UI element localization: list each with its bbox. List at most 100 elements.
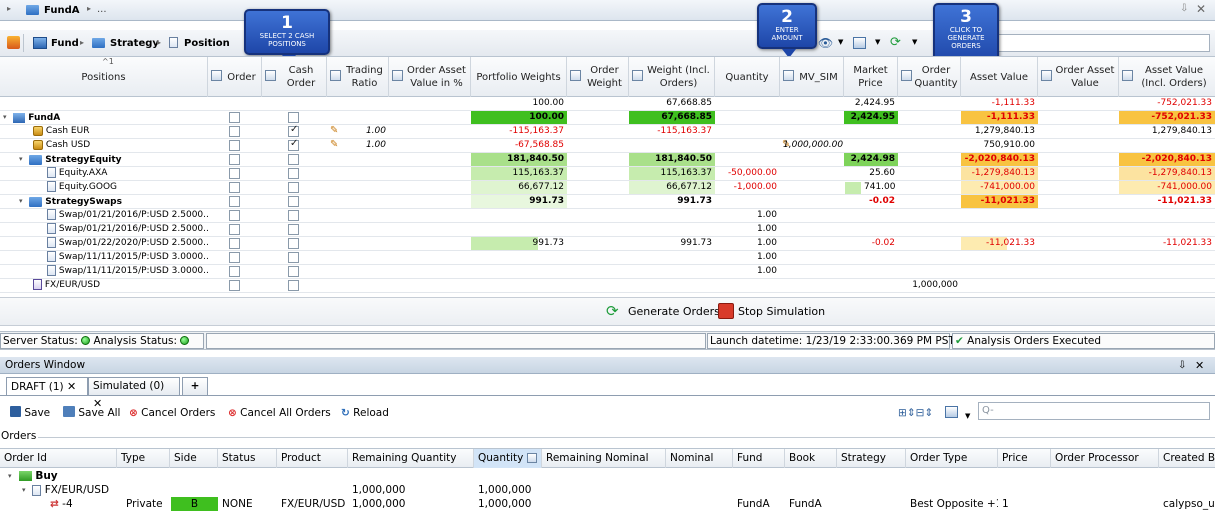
col-trading-ratio[interactable]: Trading Ratio [327, 57, 389, 97]
col-order-quantity[interactable]: Order Quantity [898, 57, 961, 97]
pin-icon[interactable]: ⇩ [1178, 357, 1186, 374]
col-order-asset-pct[interactable]: Order Asset Value in % [389, 57, 471, 97]
orders-search-input[interactable]: Q- [978, 402, 1210, 420]
view-icon[interactable]: 👁 [818, 36, 833, 50]
order-checkbox[interactable] [229, 182, 240, 193]
cash-order-checkbox[interactable] [288, 266, 299, 277]
cancel-all-orders-button[interactable]: ⊗ Cancel All Orders [228, 405, 331, 421]
col-portfolio-weights[interactable]: Portfolio Weights [471, 57, 567, 97]
col-remaining-nominal[interactable]: Remaining Nominal [542, 449, 666, 468]
col-fund[interactable]: Fund [733, 449, 785, 468]
toolbar-search-input[interactable] [998, 34, 1210, 52]
cash-order-checkbox[interactable] [288, 138, 299, 151]
col-market-price[interactable]: Market Price [844, 57, 898, 97]
col-remaining-quantity[interactable]: Remaining Quantity [348, 449, 474, 468]
close-icon[interactable]: ✕ [1195, 357, 1204, 374]
breadcrumb-root[interactable]: FundA [44, 5, 79, 16]
order-checkbox[interactable] [229, 168, 240, 179]
col-quantity[interactable]: Quantity [474, 449, 542, 468]
col-asset-value-incl[interactable]: Asset Value (Incl. Orders) [1119, 57, 1215, 97]
col-price[interactable]: Price [998, 449, 1051, 468]
breadcrumb-position[interactable]: Position [184, 38, 230, 49]
close-icon[interactable]: ✕ [1196, 2, 1206, 16]
reload-button[interactable]: ↻ Reload [341, 405, 389, 421]
cash-order-checkbox[interactable] [288, 196, 299, 207]
col-weight-incl[interactable]: Weight (Incl. Orders) [629, 57, 715, 97]
breadcrumb-fund[interactable]: Fund [51, 38, 79, 49]
col-type[interactable]: Type [117, 449, 170, 468]
cash-order-checkbox[interactable] [288, 154, 299, 165]
cash-order-checkbox[interactable] [288, 168, 299, 179]
col-order-asset-value[interactable]: Order Asset Value [1038, 57, 1119, 97]
mv-sim-cell[interactable]: 1,000,000.00 [780, 139, 844, 152]
table-row[interactable]: Swap/01/21/2016/P:USD 2.5000... 1.00 [0, 209, 1215, 223]
stop-simulation-button[interactable]: Stop Simulation [738, 305, 825, 318]
table-row[interactable]: ▾ FundA 100.00 67,668.85 2,424.95 -1,111… [0, 111, 1215, 125]
order-checkbox[interactable] [229, 210, 240, 221]
export-icon[interactable] [945, 406, 958, 418]
order-checkbox[interactable] [229, 154, 240, 165]
order-checkbox[interactable] [229, 140, 240, 151]
col-order-weight[interactable]: Order Weight [567, 57, 629, 97]
col-book[interactable]: Book [785, 449, 837, 468]
table-row[interactable]: ▾ StrategyEquity 181,840.50 181,840.50 2… [0, 153, 1215, 167]
trading-ratio-cell[interactable]: 1.00 [327, 139, 389, 152]
pin-icon[interactable]: ⇩ [1180, 3, 1188, 14]
generate-orders-toolbar-icon[interactable]: ⟳ [890, 35, 901, 50]
col-mv-sim[interactable]: MV_SIM [780, 57, 844, 97]
breadcrumb-strategy[interactable]: Strategy [110, 38, 159, 49]
save-all-button[interactable]: Save All [63, 405, 120, 421]
save-button[interactable]: Save [10, 405, 50, 421]
col-side[interactable]: Side [170, 449, 218, 468]
expand-collapse-icon[interactable]: ⊞⇕⊟⇕ [898, 405, 933, 421]
order-checkbox[interactable] [229, 280, 240, 291]
col-nominal[interactable]: Nominal [666, 449, 733, 468]
table-row[interactable]: Swap/11/11/2015/P:USD 3.0000... 1.00 [0, 265, 1215, 279]
export-icon[interactable] [853, 37, 866, 49]
analysis-icon[interactable] [7, 36, 20, 49]
table-row[interactable]: Cash USD ✎ 1.00 -67,568.85 ✎ 1,000,000.0… [0, 138, 1215, 153]
cash-order-checkbox[interactable] [288, 280, 299, 291]
col-order-id[interactable]: Order Id [0, 449, 117, 468]
generate-orders-button[interactable]: Generate Orders [628, 305, 720, 318]
table-row[interactable]: ▾ StrategySwaps 991.73 991.73 -0.02 -11,… [0, 195, 1215, 209]
col-order[interactable]: Order [208, 57, 262, 97]
col-asset-value[interactable]: Asset Value [961, 57, 1038, 97]
col-product[interactable]: Product [277, 449, 348, 468]
col-order-processor[interactable]: Order Processor [1051, 449, 1159, 468]
generate-dropdown-icon[interactable]: ▼ [912, 38, 917, 46]
table-row[interactable]: Equity.AXA 115,163.37 115,163.37 -50,000… [0, 167, 1215, 181]
cash-order-checkbox[interactable] [288, 224, 299, 235]
export-dropdown-icon[interactable]: ▼ [965, 408, 970, 424]
tab-draft[interactable]: DRAFT (1) ✕ [6, 377, 88, 395]
col-cash-order[interactable]: Cash Order [262, 57, 327, 97]
col-status[interactable]: Status [218, 449, 277, 468]
tab-simulated[interactable]: Simulated (0) ✕ [88, 377, 180, 410]
table-row[interactable]: FX/EUR/USD 1,000,000 [0, 279, 1215, 293]
cancel-orders-button[interactable]: ⊗ Cancel Orders [129, 405, 215, 421]
col-strategy[interactable]: Strategy [837, 449, 906, 468]
cash-order-checkbox[interactable] [288, 238, 299, 249]
export-dropdown-icon[interactable]: ▼ [875, 38, 880, 46]
cash-order-checkbox[interactable] [288, 112, 299, 123]
order-checkbox[interactable] [229, 112, 240, 123]
cash-order-checkbox[interactable] [288, 210, 299, 221]
order-checkbox[interactable] [229, 196, 240, 207]
group-row-buy[interactable]: ▾ Buy [0, 469, 1215, 483]
order-checkbox[interactable] [229, 252, 240, 263]
table-row[interactable]: Swap/01/22/2020/P:USD 2.5000... 991.73 9… [0, 237, 1215, 251]
breadcrumb-more[interactable]: ... [97, 4, 107, 15]
cash-order-checkbox[interactable] [288, 252, 299, 263]
order-checkbox[interactable] [229, 126, 240, 137]
col-created-by[interactable]: Created B [1159, 449, 1215, 468]
expand-arrow-icon[interactable]: ▸ [7, 4, 11, 13]
col-quantity[interactable]: Quantity [715, 57, 780, 97]
view-dropdown-icon[interactable]: ▼ [838, 38, 843, 46]
cash-order-checkbox[interactable] [288, 124, 299, 137]
order-checkbox[interactable] [229, 224, 240, 235]
table-row[interactable]: Swap/01/21/2016/P:USD 2.5000... 1.00 [0, 223, 1215, 237]
cash-order-checkbox[interactable] [288, 182, 299, 193]
add-tab-button[interactable]: + [182, 377, 208, 395]
table-row[interactable]: Swap/11/11/2015/P:USD 3.0000... 1.00 [0, 251, 1215, 265]
product-row[interactable]: ▾ FX/EUR/USD 1,000,000 1,000,000 [0, 483, 1215, 497]
